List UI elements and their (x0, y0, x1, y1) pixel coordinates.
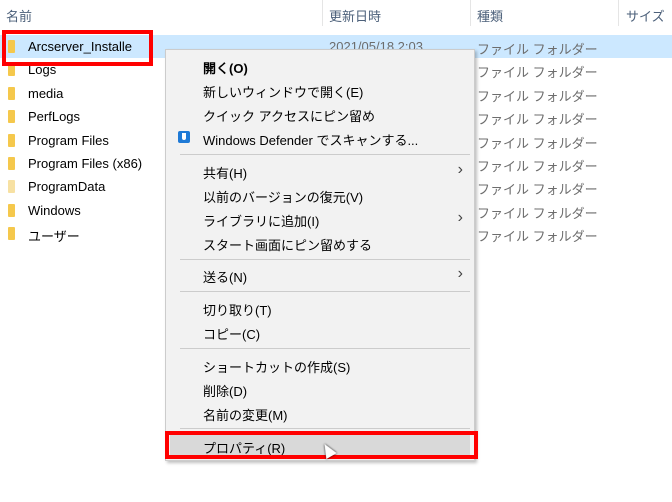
folder-icon (8, 133, 15, 147)
highlight-box-folder (2, 30, 153, 66)
menu-label: 削除(D) (203, 384, 248, 399)
menu-label: スタート画面にピン留めする (203, 238, 373, 253)
file-type: ファイル フォルダー (477, 112, 598, 128)
file-name: ユーザー (28, 229, 80, 245)
file-name: media (28, 85, 64, 101)
menu-pin-start[interactable]: スタート画面にピン留めする (167, 231, 473, 255)
menu-label: 名前の変更(M) (203, 408, 288, 423)
menu-delete[interactable]: 削除(D) (167, 377, 473, 401)
folder-icon (8, 180, 15, 194)
menu-label: 以前のバージョンの復元(V) (203, 190, 364, 205)
column-divider[interactable] (618, 0, 619, 26)
file-name: Windows (28, 202, 81, 218)
defender-shield-icon (178, 131, 190, 143)
file-type: ファイル フォルダー (477, 135, 598, 151)
file-type: ファイル フォルダー (477, 159, 598, 174)
folder-icon (8, 110, 15, 124)
column-divider[interactable] (322, 0, 323, 26)
menu-open-new-window[interactable]: 新しいウィンドウで開く(E) (167, 78, 473, 102)
chevron-right-icon: › (457, 209, 463, 226)
file-type: ファイル フォルダー (477, 205, 598, 221)
menu-label: 切り取り(T) (203, 303, 272, 318)
file-type: ファイル フォルダー (477, 182, 598, 198)
menu-share[interactable]: 共有(H) › (167, 159, 473, 183)
menu-rename[interactable]: 名前の変更(M) (167, 401, 473, 425)
column-type[interactable]: 種類 (477, 6, 503, 25)
menu-separator (180, 348, 470, 349)
menu-label: 開く(O) (203, 61, 248, 76)
context-menu: 開く(O) 新しいウィンドウで開く(E) クイック アクセスにピン留め Wind… (165, 49, 475, 461)
menu-pin-quick-access[interactable]: クイック アクセスにピン留め (167, 102, 473, 126)
menu-label: 送る(N) (203, 270, 248, 285)
menu-open[interactable]: 開く(O) (167, 54, 473, 78)
file-name: ProgramData (28, 179, 106, 195)
column-size[interactable]: サイズ (626, 6, 665, 25)
file-type: ファイル フォルダー (477, 42, 598, 57)
file-name: Program Files (x86) (28, 156, 143, 171)
menu-create-shortcut[interactable]: ショートカットの作成(S) (167, 353, 473, 377)
file-name: PerfLogs (28, 109, 81, 125)
menu-send-to[interactable]: 送る(N) › (167, 263, 473, 287)
menu-separator (180, 154, 470, 155)
menu-label: 新しいウィンドウで開く(E) (203, 85, 364, 100)
column-divider[interactable] (470, 0, 471, 26)
folder-icon (8, 86, 15, 100)
menu-add-library[interactable]: ライブラリに追加(I) › (167, 207, 473, 231)
menu-label: ショートカットの作成(S) (203, 360, 351, 375)
menu-label: Windows Defender でスキャンする... (203, 133, 419, 148)
column-name[interactable]: 名前 (6, 6, 32, 25)
file-type: ファイル フォルダー (477, 65, 598, 81)
chevron-right-icon: › (457, 265, 463, 282)
chevron-right-icon: › (457, 161, 463, 178)
menu-separator (180, 259, 470, 260)
column-header: 名前 更新日時 種類 サイズ (0, 0, 672, 30)
column-date[interactable]: 更新日時 (329, 6, 381, 25)
menu-separator (180, 428, 470, 429)
menu-copy[interactable]: コピー(C) (167, 320, 473, 344)
folder-icon (8, 203, 15, 217)
folder-icon (8, 157, 15, 170)
file-type: ファイル フォルダー (477, 88, 598, 104)
menu-label: 共有(H) (203, 166, 248, 181)
menu-restore-versions[interactable]: 以前のバージョンの復元(V) (167, 183, 473, 207)
file-name: Program Files (28, 132, 109, 148)
menu-separator (180, 291, 470, 292)
file-type: ファイル フォルダー (477, 229, 598, 245)
menu-label: クイック アクセスにピン留め (203, 109, 375, 124)
menu-label: ライブラリに追加(I) (203, 214, 320, 229)
menu-cut[interactable]: 切り取り(T) (167, 296, 473, 320)
menu-label: コピー(C) (203, 327, 261, 342)
menu-defender-scan[interactable]: Windows Defender でスキャンする... (167, 126, 473, 150)
folder-icon (8, 227, 15, 241)
